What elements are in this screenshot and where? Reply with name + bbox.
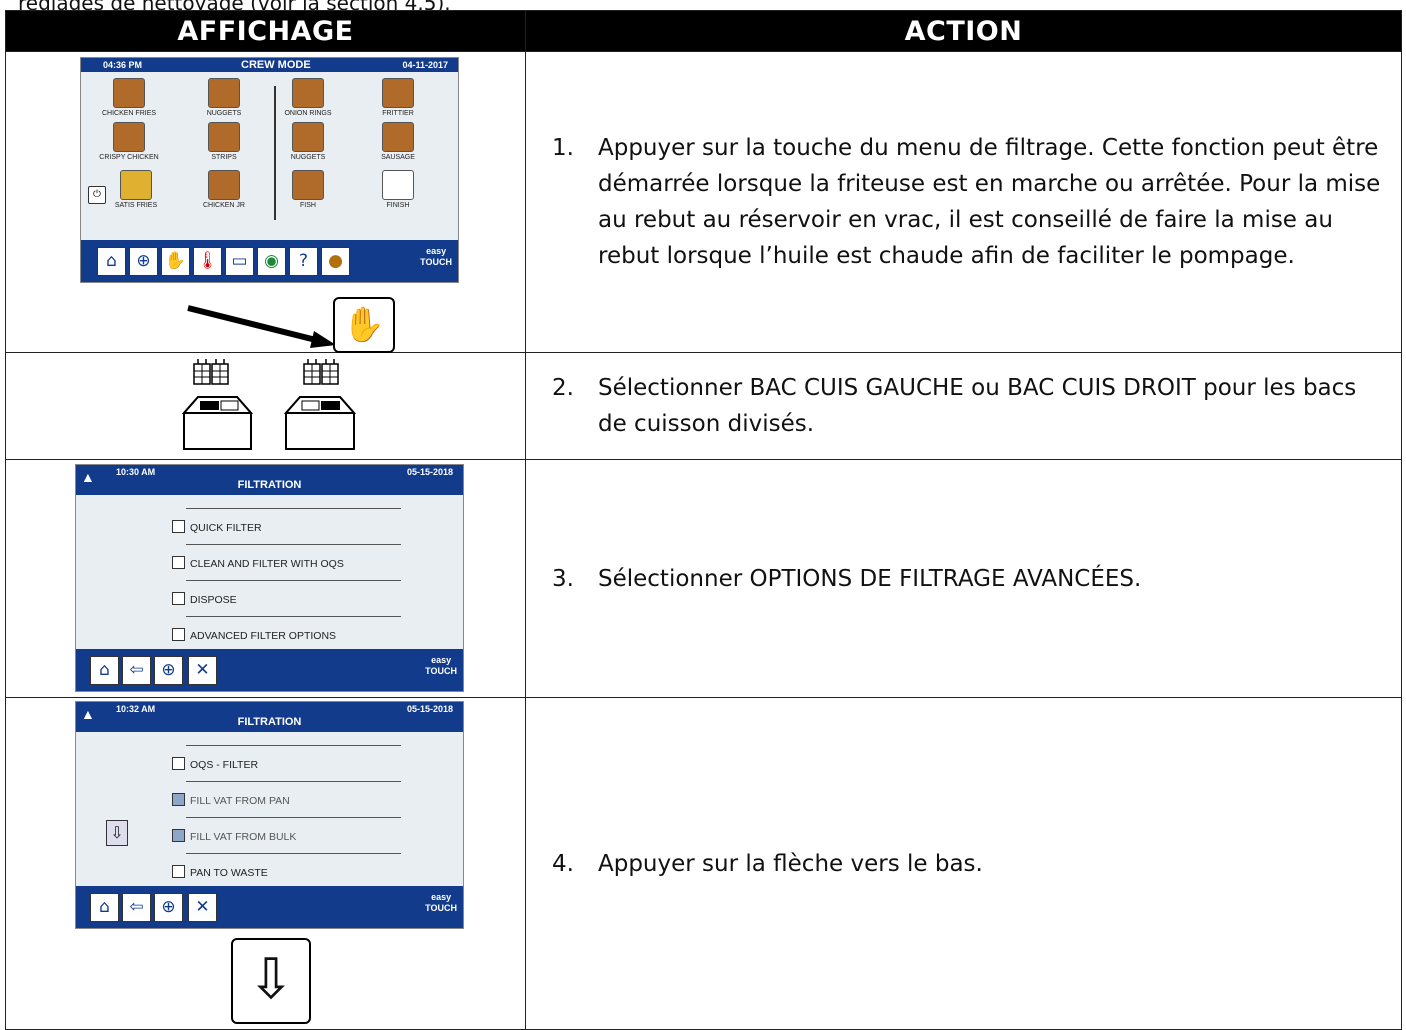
left-vat-icon: [181, 359, 254, 450]
step-3: 3. Sélectionner OPTIONS DE FILTRAGE AVAN…: [526, 561, 1401, 597]
header-display: AFFICHAGE: [5, 10, 526, 52]
checkbox[interactable]: [172, 757, 185, 770]
screen-status-bar: ▲ 10:30 AM 05-15-2018 FILTRATION: [76, 465, 463, 495]
option-separator: [186, 508, 401, 509]
step-text: Sélectionner BAC CUIS GAUCHE ou BAC CUIS…: [598, 375, 1357, 437]
option-advanced-filter[interactable]: ADVANCED FILTER OPTIONS: [172, 628, 336, 642]
display-cell-4: ▲ 10:32 AM 05-15-2018 FILTRATION OQS - F…: [5, 697, 526, 1030]
action-cell-4: 4. Appuyer sur la flèche vers le bas.: [525, 697, 1402, 1030]
checkbox[interactable]: [172, 592, 185, 605]
option-separator: [186, 616, 401, 617]
step-1: 1. Appuyer sur la touche du menu de filt…: [526, 130, 1401, 274]
action-cell-3: 3. Sélectionner OPTIONS DE FILTRAGE AVAN…: [525, 459, 1402, 698]
checkbox[interactable]: [172, 520, 185, 533]
checkbox[interactable]: [172, 865, 185, 878]
option-quick-filter[interactable]: QUICK FILTER: [172, 520, 262, 534]
option-separator: [186, 580, 401, 581]
easytouch-logo: easy TOUCH: [425, 655, 457, 676]
filter-menu-hand-icon: ✋: [333, 297, 395, 353]
screen-time: 10:30 AM: [116, 467, 156, 477]
option-separator: [186, 745, 401, 746]
step-number: 2.: [552, 375, 574, 401]
instruction-table: AFFICHAGE ACTION 04:36 PM CREW MODE 04-1…: [5, 10, 1402, 1030]
large-down-arrow-icon: ⇩: [231, 938, 311, 1024]
filtration-screen-2: ▲ 10:32 AM 05-15-2018 FILTRATION OQS - F…: [75, 701, 464, 929]
option-clean-filter-oqs[interactable]: CLEAN AND FILTER WITH OQS: [172, 556, 344, 570]
tools-icon[interactable]: ✕: [188, 893, 217, 922]
step-4: 4. Appuyer sur la flèche vers le bas.: [526, 846, 1401, 882]
right-vat-icon: [283, 359, 357, 450]
option-separator: [186, 817, 401, 818]
option-separator: [186, 544, 401, 545]
display-cell-3: ▲ 10:30 AM 05-15-2018 FILTRATION QUICK F…: [5, 459, 526, 698]
checkbox[interactable]: [172, 556, 185, 569]
back-arrow-icon[interactable]: ⇦: [122, 893, 151, 922]
split-vat-graphic: [181, 359, 357, 450]
home-icon[interactable]: ⌂: [90, 656, 119, 685]
option-fill-vat-pan[interactable]: FILL VAT FROM PAN: [172, 793, 290, 807]
option-dispose[interactable]: DISPOSE: [172, 592, 237, 606]
option-fill-vat-bulk[interactable]: FILL VAT FROM BULK: [172, 829, 296, 843]
option-separator: [186, 781, 401, 782]
tools-icon[interactable]: ✕: [188, 656, 217, 685]
globe-icon[interactable]: ⊕: [154, 893, 183, 922]
option-pan-to-waste[interactable]: PAN TO WASTE: [172, 865, 268, 879]
screen-title: FILTRATION: [237, 716, 302, 728]
screen-time: 10:32 AM: [116, 704, 156, 714]
step-2: 2. Sélectionner BAC CUIS GAUCHE ou BAC C…: [526, 370, 1401, 442]
display-cell-1: 04:36 PM CREW MODE 04-11-2017 CHICKEN FR…: [5, 51, 526, 353]
display-cell-2: [5, 352, 526, 460]
arrow-graphic: [187, 305, 336, 348]
screen-date: 05-15-2018: [406, 704, 453, 714]
checkbox[interactable]: [172, 628, 185, 641]
screen-status-bar: ▲ 10:32 AM 05-15-2018 FILTRATION: [76, 702, 463, 732]
filtration-screen-1: ▲ 10:30 AM 05-15-2018 FILTRATION QUICK F…: [75, 464, 464, 692]
step-text: Appuyer sur la flèche vers le bas.: [598, 850, 983, 877]
header-action: ACTION: [525, 10, 1402, 52]
option-oqs-filter[interactable]: OQS - FILTER: [172, 757, 258, 771]
screen-title: FILTRATION: [237, 479, 302, 491]
step-number: 4.: [552, 850, 574, 877]
screen-footer: ⌂ ⇦ ⊕ ✕ easy TOUCH: [76, 649, 463, 691]
easytouch-logo: easy TOUCH: [425, 892, 457, 913]
down-arrow-icon[interactable]: ⇩: [106, 820, 128, 846]
checkbox[interactable]: [172, 793, 185, 806]
screen-footer: ⌂ ⇦ ⊕ ✕ easy TOUCH: [76, 886, 463, 928]
action-cell-2: 2. Sélectionner BAC CUIS GAUCHE ou BAC C…: [525, 352, 1402, 460]
checkbox[interactable]: [172, 829, 185, 842]
action-cell-1: 1. Appuyer sur la touche du menu de filt…: [525, 51, 1402, 353]
step-text: Appuyer sur la touche du menu de filtrag…: [598, 135, 1381, 269]
option-separator: [186, 853, 401, 854]
home-icon[interactable]: ⌂: [90, 893, 119, 922]
globe-icon[interactable]: ⊕: [154, 656, 183, 685]
back-arrow-icon[interactable]: ⇦: [122, 656, 151, 685]
step-number: 1.: [552, 135, 574, 161]
screen-date: 05-15-2018: [406, 467, 453, 477]
step-number: 3.: [552, 565, 574, 592]
step-text: Sélectionner OPTIONS DE FILTRAGE AVANCÉE…: [598, 565, 1142, 592]
